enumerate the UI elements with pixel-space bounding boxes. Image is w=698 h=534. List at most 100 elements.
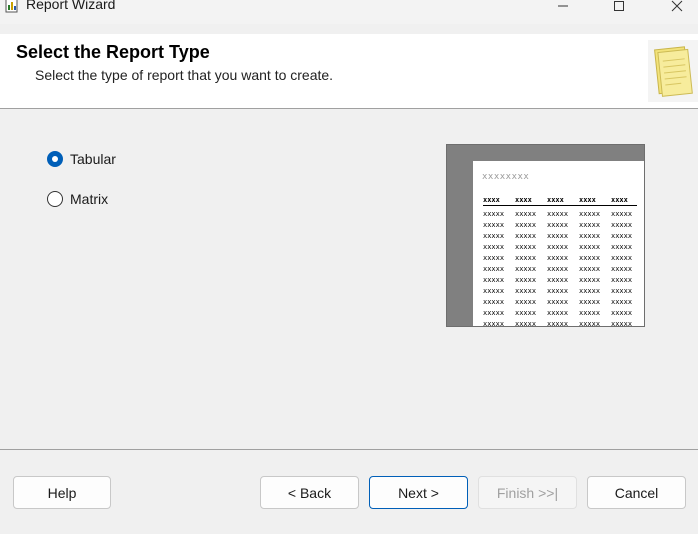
preview-row: xxxxx xxxxx xxxxx xxxxx xxxxx	[483, 242, 637, 253]
preview-row: xxxxx xxxxx xxxxx xxxxx xxxxx	[483, 231, 637, 242]
tabular-label: Tabular	[70, 151, 116, 167]
report-document-icon	[648, 40, 698, 102]
preview-cell: xxxxx	[611, 287, 633, 295]
preview-cell: xxxxx	[547, 243, 569, 251]
preview-cell: xxxxx	[483, 232, 505, 240]
minimize-button[interactable]	[540, 0, 586, 18]
preview-cell: xxxxx	[515, 309, 537, 317]
preview-row: xxxxx xxxxx xxxxx xxxxx xxxxx	[483, 209, 637, 220]
preview-cell: xxxxx	[515, 265, 537, 273]
preview-header-cell: xxxx	[547, 196, 564, 204]
preview-cell: xxxxx	[483, 210, 505, 218]
preview-cell: xxxxx	[515, 254, 537, 262]
preview-cell: xxxxx	[547, 221, 569, 229]
report-wizard-icon	[5, 0, 18, 13]
preview-row: xxxxx xxxxx xxxxx xxxxx xxxxx	[483, 220, 637, 231]
preview-row: xxxxx xxxxx xxxxx xxxxx xxxxx	[483, 253, 637, 264]
preview-row: xxxxx xxxxx xxxxx xxxxx xxxxx	[483, 286, 637, 297]
preview-cell: xxxxx	[483, 287, 505, 295]
preview-cell: xxxxx	[579, 287, 601, 295]
preview-cell: xxxxx	[611, 298, 633, 306]
finish-button[interactable]: Finish >>|	[478, 476, 577, 509]
preview-header-row: xxxx xxxx xxxx xxxx xxxx	[483, 196, 637, 206]
matrix-option[interactable]: Matrix	[47, 191, 108, 207]
preview-cell: xxxxx	[611, 210, 633, 218]
preview-cell: xxxxx	[547, 287, 569, 295]
preview-page: xxxxxxxx xxxx xxxx xxxx xxxx xxxx xxxxx x…	[473, 161, 644, 327]
maximize-button[interactable]	[596, 0, 642, 18]
preview-cell: xxxxx	[611, 243, 633, 251]
matrix-label: Matrix	[70, 191, 109, 207]
preview-cell: xxxxx	[515, 298, 537, 306]
preview-cell: xxxxx	[579, 309, 601, 317]
preview-cell: xxxxx	[483, 254, 505, 262]
preview-cell: xxxxx	[483, 298, 505, 306]
preview-cell: xxxxx	[483, 243, 505, 251]
preview-cell: xxxxx	[515, 287, 537, 295]
preview-cell: xxxxx	[579, 254, 601, 262]
wizard-header: Select the Report Type Select the type o…	[0, 34, 698, 109]
preview-cell: xxxxx	[515, 232, 537, 240]
back-button[interactable]: < Back	[260, 476, 359, 509]
preview-cell: xxxxx	[579, 298, 601, 306]
preview-rows: xxxxx xxxxx xxxxx xxxxx xxxxx xxxxx xxxxx xxxxx…	[483, 209, 637, 327]
preview-cell: xxxxx	[579, 243, 601, 251]
preview-cell: xxxxx	[547, 320, 569, 327]
preview-cell: xxxxx	[483, 221, 505, 229]
preview-cell: xxxxx	[579, 265, 601, 273]
preview-cell: xxxxx	[611, 320, 633, 327]
tabular-option[interactable]: Tabular	[47, 151, 116, 167]
preview-header-cell: xxxx	[483, 196, 500, 204]
preview-row: xxxxx xxxxx xxxxx xxxxx xxxxx	[483, 308, 637, 319]
next-button[interactable]: Next >	[369, 476, 468, 509]
preview-header-cell: xxxx	[515, 196, 532, 204]
preview-cell: xxxxx	[611, 265, 633, 273]
close-icon	[671, 0, 683, 12]
preview-cell: xxxxx	[483, 265, 505, 273]
preview-cell: xxxxx	[547, 309, 569, 317]
page-subtitle: Select the type of report that you want …	[35, 67, 334, 83]
report-type-preview: xxxxxxxx xxxx xxxx xxxx xxxx xxxx xxxxx x…	[446, 144, 645, 327]
preview-cell: xxxxx	[611, 232, 633, 240]
preview-cell: xxxxx	[547, 232, 569, 240]
preview-row: xxxxx xxxxx xxxxx xxxxx xxxxx	[483, 297, 637, 308]
matrix-radio[interactable]	[47, 191, 63, 207]
page-title: Select the Report Type	[16, 42, 210, 62]
preview-cell: xxxxx	[579, 320, 601, 327]
title-bar: Report Wizard	[0, 0, 698, 24]
help-button[interactable]: Help	[13, 476, 111, 509]
maximize-icon	[614, 1, 624, 11]
preview-cell: xxxxx	[579, 210, 601, 218]
header-divider	[0, 108, 698, 109]
preview-cell: xxxxx	[515, 320, 537, 327]
preview-cell: xxxxx	[547, 210, 569, 218]
preview-title: xxxxxxxx	[482, 172, 530, 182]
window-title: Report Wizard	[26, 0, 116, 12]
preview-cell: xxxxx	[483, 309, 505, 317]
preview-row: xxxxx xxxxx xxxxx xxxxx xxxxx	[483, 264, 637, 275]
preview-cell: xxxxx	[547, 298, 569, 306]
close-button[interactable]	[654, 0, 698, 18]
preview-cell: xxxxx	[483, 276, 505, 284]
preview-cell: xxxxx	[611, 276, 633, 284]
preview-cell: xxxxx	[547, 254, 569, 262]
footer-divider	[0, 449, 698, 450]
cancel-button[interactable]: Cancel	[587, 476, 686, 509]
preview-cell: xxxxx	[579, 232, 601, 240]
preview-cell: xxxxx	[611, 221, 633, 229]
preview-cell: xxxxx	[515, 276, 537, 284]
preview-cell: xxxxx	[515, 221, 537, 229]
minimize-icon	[558, 5, 568, 7]
preview-row: xxxxx xxxxx xxxxx xxxxx xxxxx	[483, 319, 637, 327]
preview-cell: xxxxx	[547, 265, 569, 273]
preview-cell: xxxxx	[611, 254, 633, 262]
preview-cell: xxxxx	[611, 309, 633, 317]
preview-cell: xxxxx	[547, 276, 569, 284]
preview-cell: xxxxx	[483, 320, 505, 327]
preview-header-cell: xxxx	[611, 196, 628, 204]
tabular-radio[interactable]	[47, 151, 63, 167]
preview-cell: xxxxx	[515, 243, 537, 251]
preview-row: xxxxx xxxxx xxxxx xxxxx xxxxx	[483, 275, 637, 286]
preview-header-cell: xxxx	[579, 196, 596, 204]
preview-cell: xxxxx	[579, 276, 601, 284]
